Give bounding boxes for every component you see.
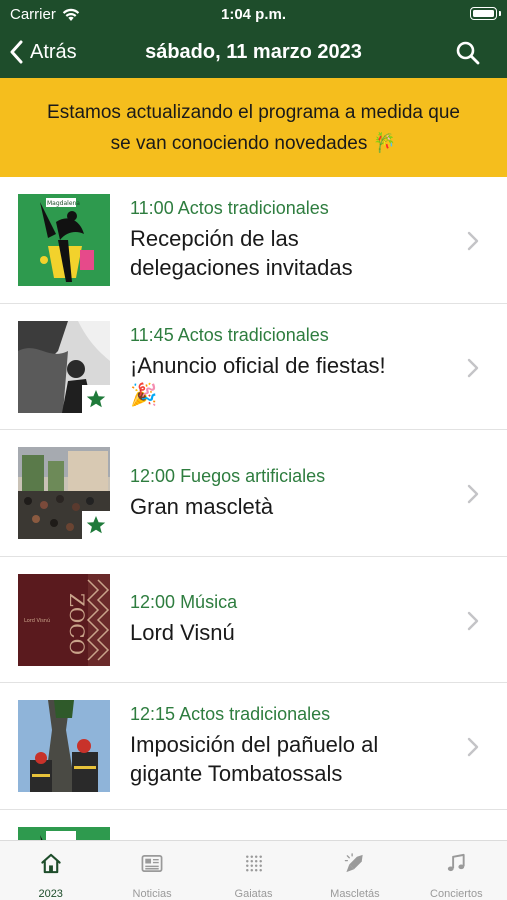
event-category: Actos tradicionales — [179, 704, 331, 725]
music-note-icon — [448, 853, 465, 872]
chevron-right-icon — [467, 358, 479, 377]
tab-label: 2023 — [38, 888, 63, 900]
chevron-right-icon — [467, 737, 479, 757]
event-thumbnail: ZOCO Lord Visnú — [18, 573, 110, 666]
chevron-right-icon — [467, 611, 479, 630]
event-info: 12:15 Actos tradicionales Imposición del… — [130, 683, 457, 809]
thumbnail-artist-text: Lord Visnú — [24, 617, 50, 624]
chevron-right-icon — [467, 231, 479, 251]
banner-line-2: se van conociendo novedades 🎋 — [110, 133, 397, 154]
event-category: Fuegos artificiales — [180, 465, 326, 486]
thumbnail-logo-text: Magdalena — [47, 200, 80, 207]
event-row[interactable]: ZOCO Lord Visnú 12:00 Música Lord Visnú — [0, 557, 507, 683]
event-time: 11:45 — [130, 324, 174, 345]
back-label: Atrás — [30, 40, 77, 63]
event-title-line-2: 🎉 — [130, 381, 158, 407]
event-row[interactable]: Magdalena 11:00 Actos tradicionales Rece… — [0, 177, 507, 304]
event-title: Recepción de las delegaciones invitadas — [130, 224, 457, 282]
event-thumbnail — [18, 700, 110, 792]
tab-label: Noticias — [132, 888, 172, 900]
event-row[interactable]: 12:00 Fuegos artificiales Gran mascletà — [0, 430, 507, 557]
update-notice-banner: Estamos actualizando el programa a medid… — [0, 78, 507, 177]
navigation-bar: Atrás sábado, 11 marzo 2023 — [0, 30, 507, 78]
event-thumbnail: Magdalena — [18, 194, 110, 286]
home-icon — [41, 853, 61, 874]
event-category: Actos tradicionales — [177, 324, 329, 345]
event-time: 11:00 — [130, 198, 174, 219]
status-bar: Carrier 1:04 p.m. — [0, 0, 507, 30]
favorite-star-badge[interactable] — [82, 511, 110, 539]
dots-grid-icon — [245, 855, 262, 872]
event-title-line-2: delegaciones invitadas — [130, 255, 353, 281]
event-title-line-1: Recepción de las — [130, 226, 299, 252]
tab-mascletas[interactable]: Mascletás — [304, 841, 405, 900]
news-icon — [141, 854, 163, 873]
event-info: 12:00 Fuegos artificiales Gran mascletà — [130, 430, 457, 556]
event-list: Magdalena 11:00 Actos tradicionales Rece… — [0, 177, 507, 840]
battery-tip — [499, 11, 501, 16]
event-title: ¡Anuncio oficial de fiestas! 🎉 — [130, 351, 457, 409]
event-time-category: 11:00 Actos tradicionales — [130, 197, 457, 219]
event-title: Lord Visnú — [130, 618, 457, 647]
tab-label: Gaiatas — [234, 888, 273, 900]
event-time: 12:00 — [130, 465, 176, 486]
chevron-right-icon — [467, 484, 479, 504]
event-title: Gran mascletà — [130, 492, 457, 521]
event-row[interactable]: 12:15 Actos tradicionales Imposición del… — [0, 683, 507, 810]
event-info: 11:45 Actos tradicionales ¡Anuncio ofici… — [130, 304, 457, 430]
event-time-category: 12:00 Música — [130, 591, 457, 613]
event-info: 12:00 Música Lord Visnú — [130, 557, 457, 683]
event-row[interactable]: 11:45 Actos tradicionales ¡Anuncio ofici… — [0, 304, 507, 430]
rocket-icon — [344, 853, 363, 873]
event-title-line-1: ¡Anuncio oficial de fiestas! — [130, 352, 386, 378]
tab-noticias[interactable]: Noticias — [101, 841, 202, 900]
event-title-line-2: gigante Tombatossals — [130, 761, 343, 787]
tab-gaiatas[interactable]: Gaiatas — [203, 841, 304, 900]
thumbnail-title-text: ZOCO — [65, 593, 89, 655]
status-time: 1:04 p.m. — [220, 6, 287, 23]
banner-line-1: Estamos actualizando el programa a medid… — [47, 102, 460, 123]
favorite-star-badge[interactable] — [82, 384, 110, 413]
event-time-category: 11:45 Actos tradicionales — [130, 324, 457, 346]
tab-bar: 2023 Noticias Gaiatas Mascletás Conciert… — [0, 840, 507, 900]
event-info: 11:00 Actos tradicionales Recepción de l… — [130, 177, 457, 303]
event-time: 12:15 — [130, 704, 176, 725]
event-thumbnail — [18, 320, 110, 413]
event-row-partial[interactable] — [0, 810, 507, 840]
event-time: 12:00 — [130, 592, 176, 613]
event-thumbnail — [18, 826, 110, 840]
event-thumbnail — [18, 447, 110, 539]
tab-conciertos[interactable]: Conciertos — [406, 841, 507, 900]
tab-label: Conciertos — [430, 888, 483, 900]
battery-icon — [470, 7, 497, 20]
event-title-line-1: Lord Visnú — [130, 620, 235, 646]
event-category: Actos tradicionales — [177, 198, 329, 219]
tab-label: Mascletás — [330, 888, 380, 900]
event-category: Música — [180, 592, 238, 613]
search-icon[interactable] — [455, 40, 481, 66]
event-title-line-1: Imposición del pañuelo al — [130, 732, 379, 758]
event-time-category: 12:00 Fuegos artificiales — [130, 465, 457, 487]
star-icon — [86, 389, 106, 407]
tab-2023[interactable]: 2023 — [0, 841, 101, 900]
back-button[interactable]: Atrás — [10, 40, 77, 64]
event-time-category: 12:15 Actos tradicionales — [130, 703, 457, 725]
star-icon — [86, 516, 106, 534]
chevron-left-icon — [10, 40, 23, 64]
event-title: Imposición del pañuelo al gigante Tombato… — [130, 730, 457, 788]
event-title-line-1: Gran mascletà — [130, 493, 274, 519]
